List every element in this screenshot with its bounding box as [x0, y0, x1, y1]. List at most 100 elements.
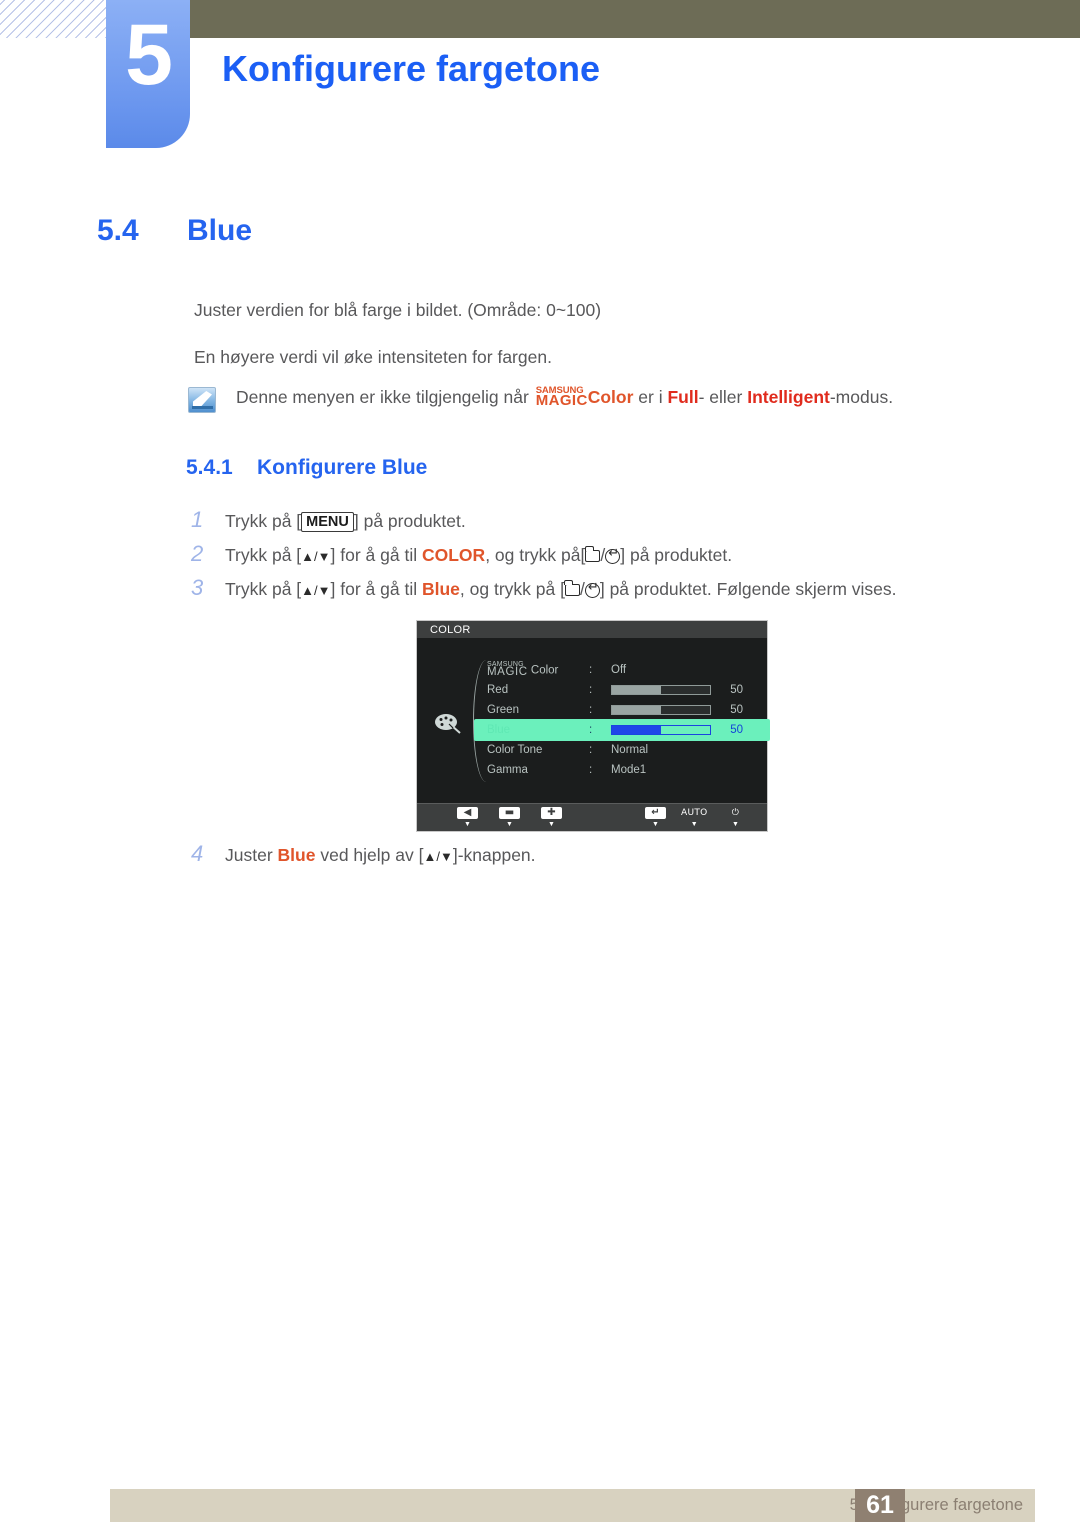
step-1-prefix: Trykk på [ — [225, 511, 302, 531]
osd-value-blue: 50 — [730, 724, 743, 736]
step-1: 1 Trykk på [MENU] på produktet. — [191, 507, 466, 533]
step-1-suffix: ] på produktet. — [353, 511, 466, 531]
step-1-number: 1 — [191, 507, 204, 532]
osd-label-gamma: Gamma — [487, 764, 528, 776]
osd-slider-red-fill — [612, 686, 661, 694]
button-marker-triangle: ▼ — [548, 821, 555, 828]
osd-button-plus[interactable]: ✚ ▼ — [541, 807, 562, 829]
osd-row-red[interactable]: Red : 50 — [477, 680, 769, 700]
step-3-mid: ] for å gå til — [330, 579, 418, 599]
osd-screenshot: COLOR SAMSUNG MAGIC Color: Off Red: 50… — [416, 620, 769, 832]
osd-value-green: 50 — [730, 704, 743, 716]
step-1-text: Trykk på [MENU] på produktet. — [225, 511, 466, 533]
step-2: 2 Trykk på [▲/▼] for å gå til COLOR, og … — [191, 541, 732, 567]
osd-magic-color-label: SAMSUNG MAGIC Color — [477, 662, 589, 679]
osd-row-color-tone[interactable]: Color Tone : Normal — [477, 740, 769, 760]
osd-sep-0: : — [589, 664, 593, 676]
osd-sep-4: : — [589, 744, 593, 756]
subsection-heading: 5.4.1 Konfigurere Blue — [186, 456, 427, 480]
palette-icon — [433, 712, 463, 736]
step-3-text: Trykk på [▲/▼] for å gå til Blue, og try… — [225, 579, 897, 600]
section-heading: 5.4 Blue — [97, 214, 252, 248]
chapter-number: 5 — [125, 7, 173, 103]
section-title: Blue — [187, 214, 253, 247]
plus-icon: ✚ — [541, 807, 562, 819]
osd-button-enter[interactable]: ↵ ▼ — [645, 807, 666, 829]
button-marker-triangle: ▼ — [506, 821, 513, 828]
chapter-tab: 5 — [106, 0, 190, 148]
updown-arrows-icon: ▲/▼ — [301, 549, 331, 564]
note-text-dash: - eller — [698, 387, 743, 407]
osd-row-blue[interactable]: Blue : 50 — [475, 720, 769, 740]
step-2-mid2: , og trykk på[ — [485, 545, 586, 565]
osd-value-gamma: Mode1 — [611, 764, 647, 776]
enter-circle-icon — [584, 580, 601, 598]
osd-sep-5: : — [589, 764, 593, 776]
step-4: 4 Juster Blue ved hjelp av [▲/▼]-knappen… — [191, 841, 536, 867]
osd-row-gamma[interactable]: Gamma : Mode1 — [477, 760, 769, 780]
power-icon: ⏻ — [731, 808, 740, 818]
note-color-word: Color — [587, 387, 634, 407]
osd-slider-green[interactable] — [611, 705, 711, 715]
osd-row-magic-color[interactable]: SAMSUNG MAGIC Color : Off — [477, 660, 769, 680]
note-intelligent-word: Intelligent — [747, 387, 830, 407]
button-marker-triangle: ▼ — [732, 821, 739, 828]
osd-row-green[interactable]: Green : 50 — [477, 700, 769, 720]
osd-label-green: Green — [487, 704, 519, 716]
updown-arrows-icon: ▲/▼ — [301, 583, 331, 598]
enter-circle-icon — [605, 546, 621, 564]
osd-sep-3: : — [589, 724, 593, 736]
paragraph-1: Juster verdien for blå farge i bildet. (… — [194, 300, 602, 320]
step-2-number: 2 — [191, 541, 204, 566]
chapter-title: Konfigurere fargetone — [222, 48, 601, 89]
button-marker-triangle: ▼ — [464, 821, 471, 828]
step-4-number: 4 — [191, 841, 204, 866]
samsung-magic-logo: SAMSUNG MAGIC — [536, 386, 588, 408]
osd-button-power[interactable]: ⏻ ▼ — [725, 807, 746, 829]
osd-slider-red[interactable] — [611, 685, 711, 695]
osd-title: COLOR — [417, 621, 767, 638]
page-number-box: 61 — [855, 1489, 905, 1522]
updown-arrows-icon: ▲/▼ — [423, 849, 453, 864]
step-2-prefix: Trykk på [ — [225, 545, 302, 565]
step-2-text: Trykk på [▲/▼] for å gå til COLOR, og tr… — [225, 545, 732, 566]
osd-sep-2: : — [589, 704, 593, 716]
step-3-number: 3 — [191, 575, 204, 600]
document-page: 5 Konfigurere fargetone 5.4 Blue Juster … — [0, 0, 1080, 1527]
subsection-number: 5.4.1 — [186, 456, 233, 479]
source-square-icon — [584, 546, 601, 562]
section-number: 5.4 — [97, 214, 139, 247]
step-4-suffix: ]-knappen. — [452, 845, 536, 865]
step-4-mid: ved hjelp av [ — [320, 845, 424, 865]
note-full-word: Full — [667, 387, 699, 407]
note-text-before: Denne menyen er ikke tilgjengelig når — [236, 387, 529, 407]
source-square-icon — [564, 580, 580, 596]
note-text-mid: er i — [638, 387, 663, 407]
menu-key-label: MENU — [301, 512, 354, 533]
step-3-prefix: Trykk på [ — [225, 579, 302, 599]
step-2-suffix: ] på produktet. — [620, 545, 733, 565]
note-pen-icon — [188, 387, 216, 413]
osd-button-auto[interactable]: AUTO ▼ — [681, 807, 708, 829]
osd-button-left-arrow[interactable]: ◀ ▼ — [457, 807, 478, 829]
osd-value-color-tone: Normal — [611, 744, 649, 756]
note-text-after: -modus. — [829, 387, 894, 407]
step-2-mid: ] for å gå til — [330, 545, 418, 565]
auto-label: AUTO — [681, 808, 708, 818]
osd-body: SAMSUNG MAGIC Color : Off Red : 50 Green — [417, 638, 769, 803]
osd-sep-1: : — [589, 684, 593, 696]
osd-magic-color-word: Color — [530, 665, 559, 678]
osd-footer-bar: ◀ ▼ ▬ ▼ ✚ ▼ ↵ ▼ AUTO ▼ ⏻ ▼ — [417, 803, 767, 831]
osd-label-red: Red — [487, 684, 509, 696]
step-3-suffix: ] på produktet. Følgende skjerm vises. — [599, 579, 897, 599]
step-3-mid2: , og trykk på [ — [459, 579, 565, 599]
minus-icon: ▬ — [499, 807, 520, 819]
step-4-target: Blue — [277, 845, 316, 865]
osd-label-blue: Blue — [487, 724, 511, 736]
osd-slider-blue[interactable] — [611, 725, 711, 735]
paragraph-2: En høyere verdi vil øke intensiteten for… — [194, 347, 552, 367]
step-3-target: Blue — [421, 579, 460, 599]
osd-button-minus[interactable]: ▬ ▼ — [499, 807, 520, 829]
subsection-title: Konfigurere Blue — [257, 456, 428, 479]
osd-magic-bottom: MAGIC — [487, 666, 528, 679]
